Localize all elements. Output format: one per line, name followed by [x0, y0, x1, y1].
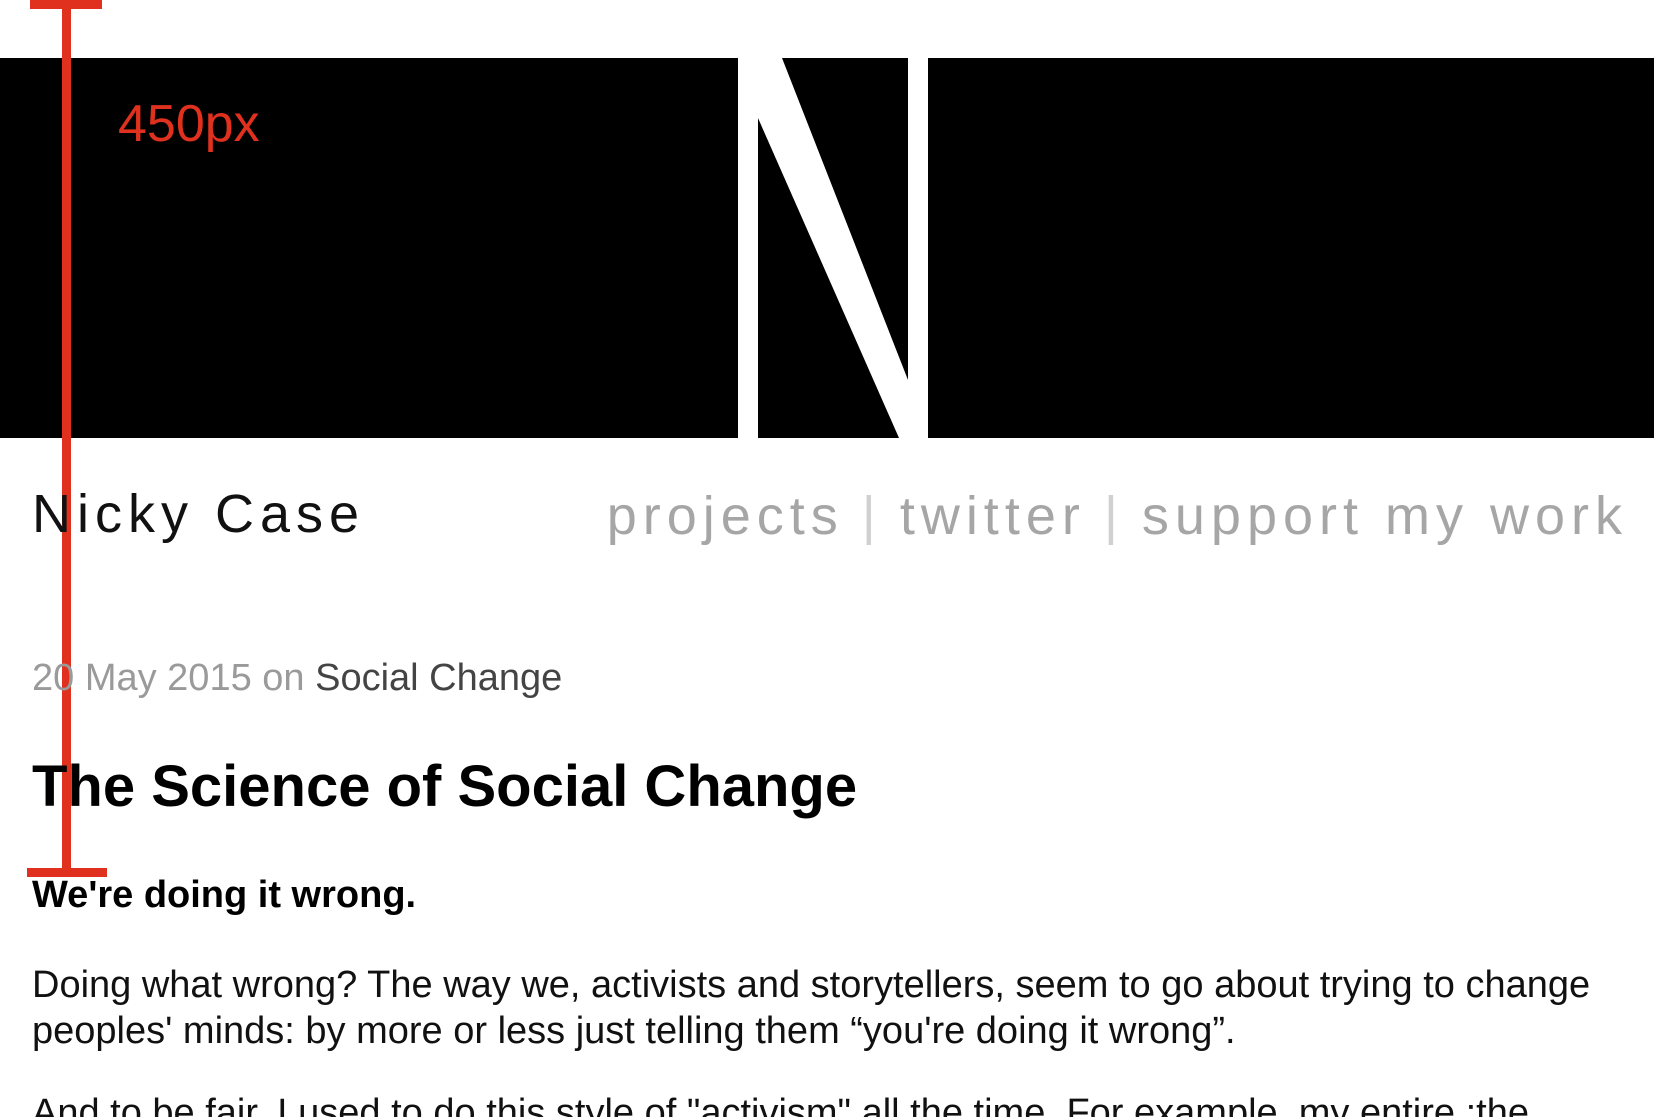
main-nav: projects | twitter | support my work — [607, 489, 1628, 543]
post-meta: 20 May 2015 on Social Change — [32, 659, 562, 697]
post-on: on — [262, 657, 305, 699]
page: 450px Nicky Case projects | twitter | suppor… — [0, 0, 1654, 1117]
nav-twitter[interactable]: twitter — [900, 486, 1086, 546]
post-title: The Science of Social Change — [32, 754, 858, 819]
nav-support[interactable]: support my work — [1142, 486, 1628, 546]
post-date: 20 May 2015 — [32, 657, 252, 699]
post-category-link[interactable]: Social Change — [315, 657, 562, 699]
measure-bar — [62, 0, 71, 874]
post-paragraph: Doing what wrong? The way we, activists … — [32, 964, 1591, 1052]
post-subtitle: We're doing it wrong. — [32, 874, 417, 916]
site-name[interactable]: Nicky Case — [32, 487, 365, 541]
post-paragraph: And to be fair, I used to do this style … — [32, 1092, 1529, 1117]
nav-separator: | — [861, 486, 882, 546]
nav-separator: | — [1103, 486, 1124, 546]
nav-projects[interactable]: projects — [607, 486, 844, 546]
measure-label: 450px — [118, 95, 260, 153]
